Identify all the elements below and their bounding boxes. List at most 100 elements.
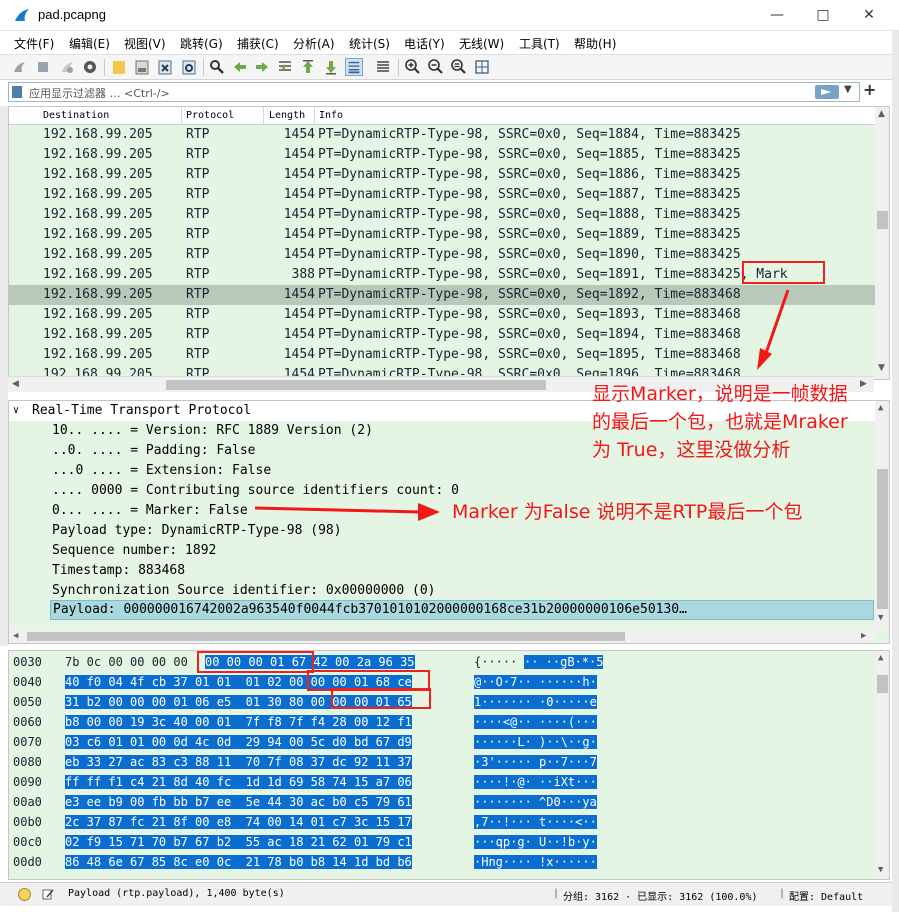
- bytes-row[interactable]: 0050 31 b2 00 00 00 01 06 e5 01 30 80 00 …: [9, 694, 875, 713]
- packet-row[interactable]: 192.168.99.205 RTP 1454 PT=DynamicRTP-Type-…: [9, 125, 875, 145]
- column-divider[interactable]: [263, 107, 264, 125]
- go-back-icon[interactable]: [231, 58, 249, 76]
- zoom-out-icon[interactable]: [427, 58, 445, 76]
- apply-filter-arrow-icon[interactable]: [815, 85, 839, 99]
- status-bar: Payload (rtp.payload), 1,400 byte(s) | 分…: [0, 882, 892, 906]
- packet-row[interactable]: 192.168.99.205 RTP 1454 PT=DynamicRTP-Type-…: [9, 325, 875, 345]
- bytes-row[interactable]: 00c0 02 f9 15 71 70 b7 67 b2 55 ac 18 21 …: [9, 834, 875, 853]
- bookmark-icon[interactable]: [12, 86, 22, 98]
- chevron-down-icon[interactable]: ∨: [13, 405, 19, 416]
- open-file-icon[interactable]: [110, 58, 128, 76]
- scrollbar-thumb[interactable]: [877, 211, 888, 229]
- menu-file[interactable]: 文件(F): [14, 35, 54, 52]
- scroll-down-icon[interactable]: ▼: [878, 613, 883, 623]
- packet-row[interactable]: 192.168.99.205 RTP 1454 PT=DynamicRTP-Type-…: [9, 345, 875, 365]
- scroll-right-icon[interactable]: ▶: [860, 379, 867, 389]
- bytes-vertical-scrollbar[interactable]: ▲ ▼: [875, 651, 889, 879]
- detail-line[interactable]: ...0 .... = Extension: False: [9, 461, 875, 481]
- details-vertical-scrollbar[interactable]: ▲ ▼: [875, 401, 889, 629]
- colorize-icon[interactable]: [374, 58, 392, 76]
- display-filter-bar[interactable]: 应用显示过滤器 … <Ctrl-/> ▼: [8, 82, 860, 102]
- find-packet-icon[interactable]: [208, 58, 226, 76]
- display-filter-input[interactable]: 应用显示过滤器 … <Ctrl-/>: [29, 85, 170, 101]
- zoom-in-icon[interactable]: [404, 58, 422, 76]
- menu-analyze[interactable]: 分析(A): [293, 35, 335, 52]
- save-file-icon[interactable]: [133, 58, 151, 76]
- reload-file-icon[interactable]: [180, 58, 198, 76]
- scroll-up-icon[interactable]: ▲: [878, 109, 885, 119]
- scroll-up-icon[interactable]: ▲: [878, 653, 883, 663]
- packet-row[interactable]: 192.168.99.205 RTP 1454 PT=DynamicRTP-Type-…: [9, 205, 875, 225]
- bytes-row[interactable]: 0080 eb 33 27 ac 83 c3 88 11 70 7f 08 37 …: [9, 754, 875, 773]
- column-length[interactable]: Length: [269, 110, 305, 121]
- menu-wireless[interactable]: 无线(W): [459, 35, 504, 52]
- packet-list[interactable]: Destination Protocol Length Info 192.168…: [8, 106, 890, 380]
- menu-help[interactable]: 帮助(H): [574, 35, 616, 52]
- column-protocol[interactable]: Protocol: [186, 110, 234, 121]
- auto-scroll-icon[interactable]: [345, 58, 363, 76]
- packet-row[interactable]: 192.168.99.205 RTP 1454 PT=DynamicRTP-Type-…: [9, 165, 875, 185]
- bytes-row[interactable]: 0090 ff ff f1 c4 21 8d 40 fc 1d 1d 69 58 …: [9, 774, 875, 793]
- detail-line[interactable]: Sequence number: 1892: [9, 541, 875, 561]
- bytes-row[interactable]: 0040 40 f0 04 4f cb 37 01 01 01 02 00 00 …: [9, 674, 875, 693]
- packet-row-selected[interactable]: 192.168.99.205 RTP 1454 PT=DynamicRTP-Type-…: [9, 285, 875, 305]
- resize-columns-icon[interactable]: [473, 58, 491, 76]
- column-divider[interactable]: [181, 107, 182, 125]
- bytes-row[interactable]: 0030 7b 0c 00 00 00 00 00 00 00 01 67 42…: [9, 654, 875, 673]
- capture-options-icon[interactable]: [81, 58, 99, 76]
- scroll-down-icon[interactable]: ▼: [878, 865, 883, 875]
- go-forward-icon[interactable]: [253, 58, 271, 76]
- bytes-row[interactable]: 0070 03 c6 01 01 00 0d 4c 0d 29 94 00 5c …: [9, 734, 875, 753]
- menu-tools[interactable]: 工具(T): [519, 35, 560, 52]
- close-file-icon[interactable]: [156, 58, 174, 76]
- packet-row[interactable]: 192.168.99.205 RTP 1454 PT=DynamicRTP-Type-…: [9, 305, 875, 325]
- bytes-row[interactable]: 00a0 e3 ee b9 00 fb bb b7 ee 5e 44 30 ac …: [9, 794, 875, 813]
- column-divider[interactable]: [314, 107, 315, 125]
- start-capture-icon[interactable]: [10, 58, 28, 76]
- close-button[interactable]: ✕: [846, 0, 892, 31]
- packet-bytes-pane[interactable]: 0030 7b 0c 00 00 00 00 00 00 00 01 67 42…: [8, 650, 890, 880]
- last-packet-icon[interactable]: [322, 58, 340, 76]
- scroll-up-icon[interactable]: ▲: [878, 403, 883, 413]
- scrollbar-thumb[interactable]: [27, 632, 625, 641]
- bytes-row[interactable]: 00b0 2c 37 87 fc 21 8f 00 e8 74 00 14 01 …: [9, 814, 875, 833]
- bytes-row[interactable]: 0060 b8 00 00 19 3c 40 00 01 7f f8 7f f4 …: [9, 714, 875, 733]
- menu-telephony[interactable]: 电话(Y): [404, 35, 445, 52]
- detail-line[interactable]: Timestamp: 883468: [9, 561, 875, 581]
- scrollbar-thumb[interactable]: [877, 675, 888, 693]
- details-horizontal-scrollbar[interactable]: ◀ ▶: [9, 629, 875, 643]
- column-info[interactable]: Info: [319, 110, 343, 121]
- status-profile[interactable]: 配置: Default: [789, 888, 863, 903]
- packet-row[interactable]: 192.168.99.205 RTP 1454 PT=DynamicRTP-Type-…: [9, 225, 875, 245]
- scrollbar-thumb[interactable]: [166, 380, 546, 390]
- stop-capture-icon[interactable]: [34, 58, 52, 76]
- normal-size-icon[interactable]: [450, 58, 468, 76]
- scroll-down-icon[interactable]: ▼: [878, 363, 885, 373]
- minimize-button[interactable]: —: [754, 0, 800, 31]
- detail-line[interactable]: Synchronization Source identifier: 0x000…: [9, 581, 875, 601]
- menu-statistics[interactable]: 统计(S): [349, 35, 390, 52]
- packet-row[interactable]: 192.168.99.205 RTP 1454 PT=DynamicRTP-Type-…: [9, 145, 875, 165]
- scroll-left-icon[interactable]: ◀: [13, 631, 18, 641]
- menu-edit[interactable]: 编辑(E): [69, 35, 110, 52]
- scroll-right-icon[interactable]: ▶: [861, 631, 866, 641]
- scroll-left-icon[interactable]: ◀: [12, 379, 19, 389]
- menu-go[interactable]: 跳转(G): [180, 35, 223, 52]
- first-packet-icon[interactable]: [299, 58, 317, 76]
- cell-length: 1454: [283, 127, 315, 142]
- go-to-packet-icon[interactable]: [276, 58, 294, 76]
- restart-capture-icon[interactable]: [58, 58, 76, 76]
- expert-info-icon[interactable]: [18, 888, 31, 901]
- scrollbar-thumb[interactable]: [877, 469, 888, 609]
- column-destination[interactable]: Destination: [43, 110, 109, 121]
- add-filter-button[interactable]: +: [863, 80, 876, 99]
- filter-dropdown-icon[interactable]: ▼: [844, 84, 852, 95]
- menu-view[interactable]: 视图(V): [124, 35, 166, 52]
- capture-comment-icon[interactable]: [42, 888, 54, 900]
- detail-line-payload-selected[interactable]: Payload: 000000016742002a963540f0044fcb3…: [50, 600, 874, 620]
- packet-list-vertical-scrollbar[interactable]: ▲ ▼: [875, 107, 889, 379]
- bytes-row[interactable]: 00d0 86 48 6e 67 85 8c e0 0c 21 78 b0 b8 …: [9, 854, 875, 873]
- packet-row[interactable]: 192.168.99.205 RTP 1454 PT=DynamicRTP-Type-…: [9, 185, 875, 205]
- menu-capture[interactable]: 捕获(C): [237, 35, 279, 52]
- maximize-button[interactable]: □: [800, 0, 846, 31]
